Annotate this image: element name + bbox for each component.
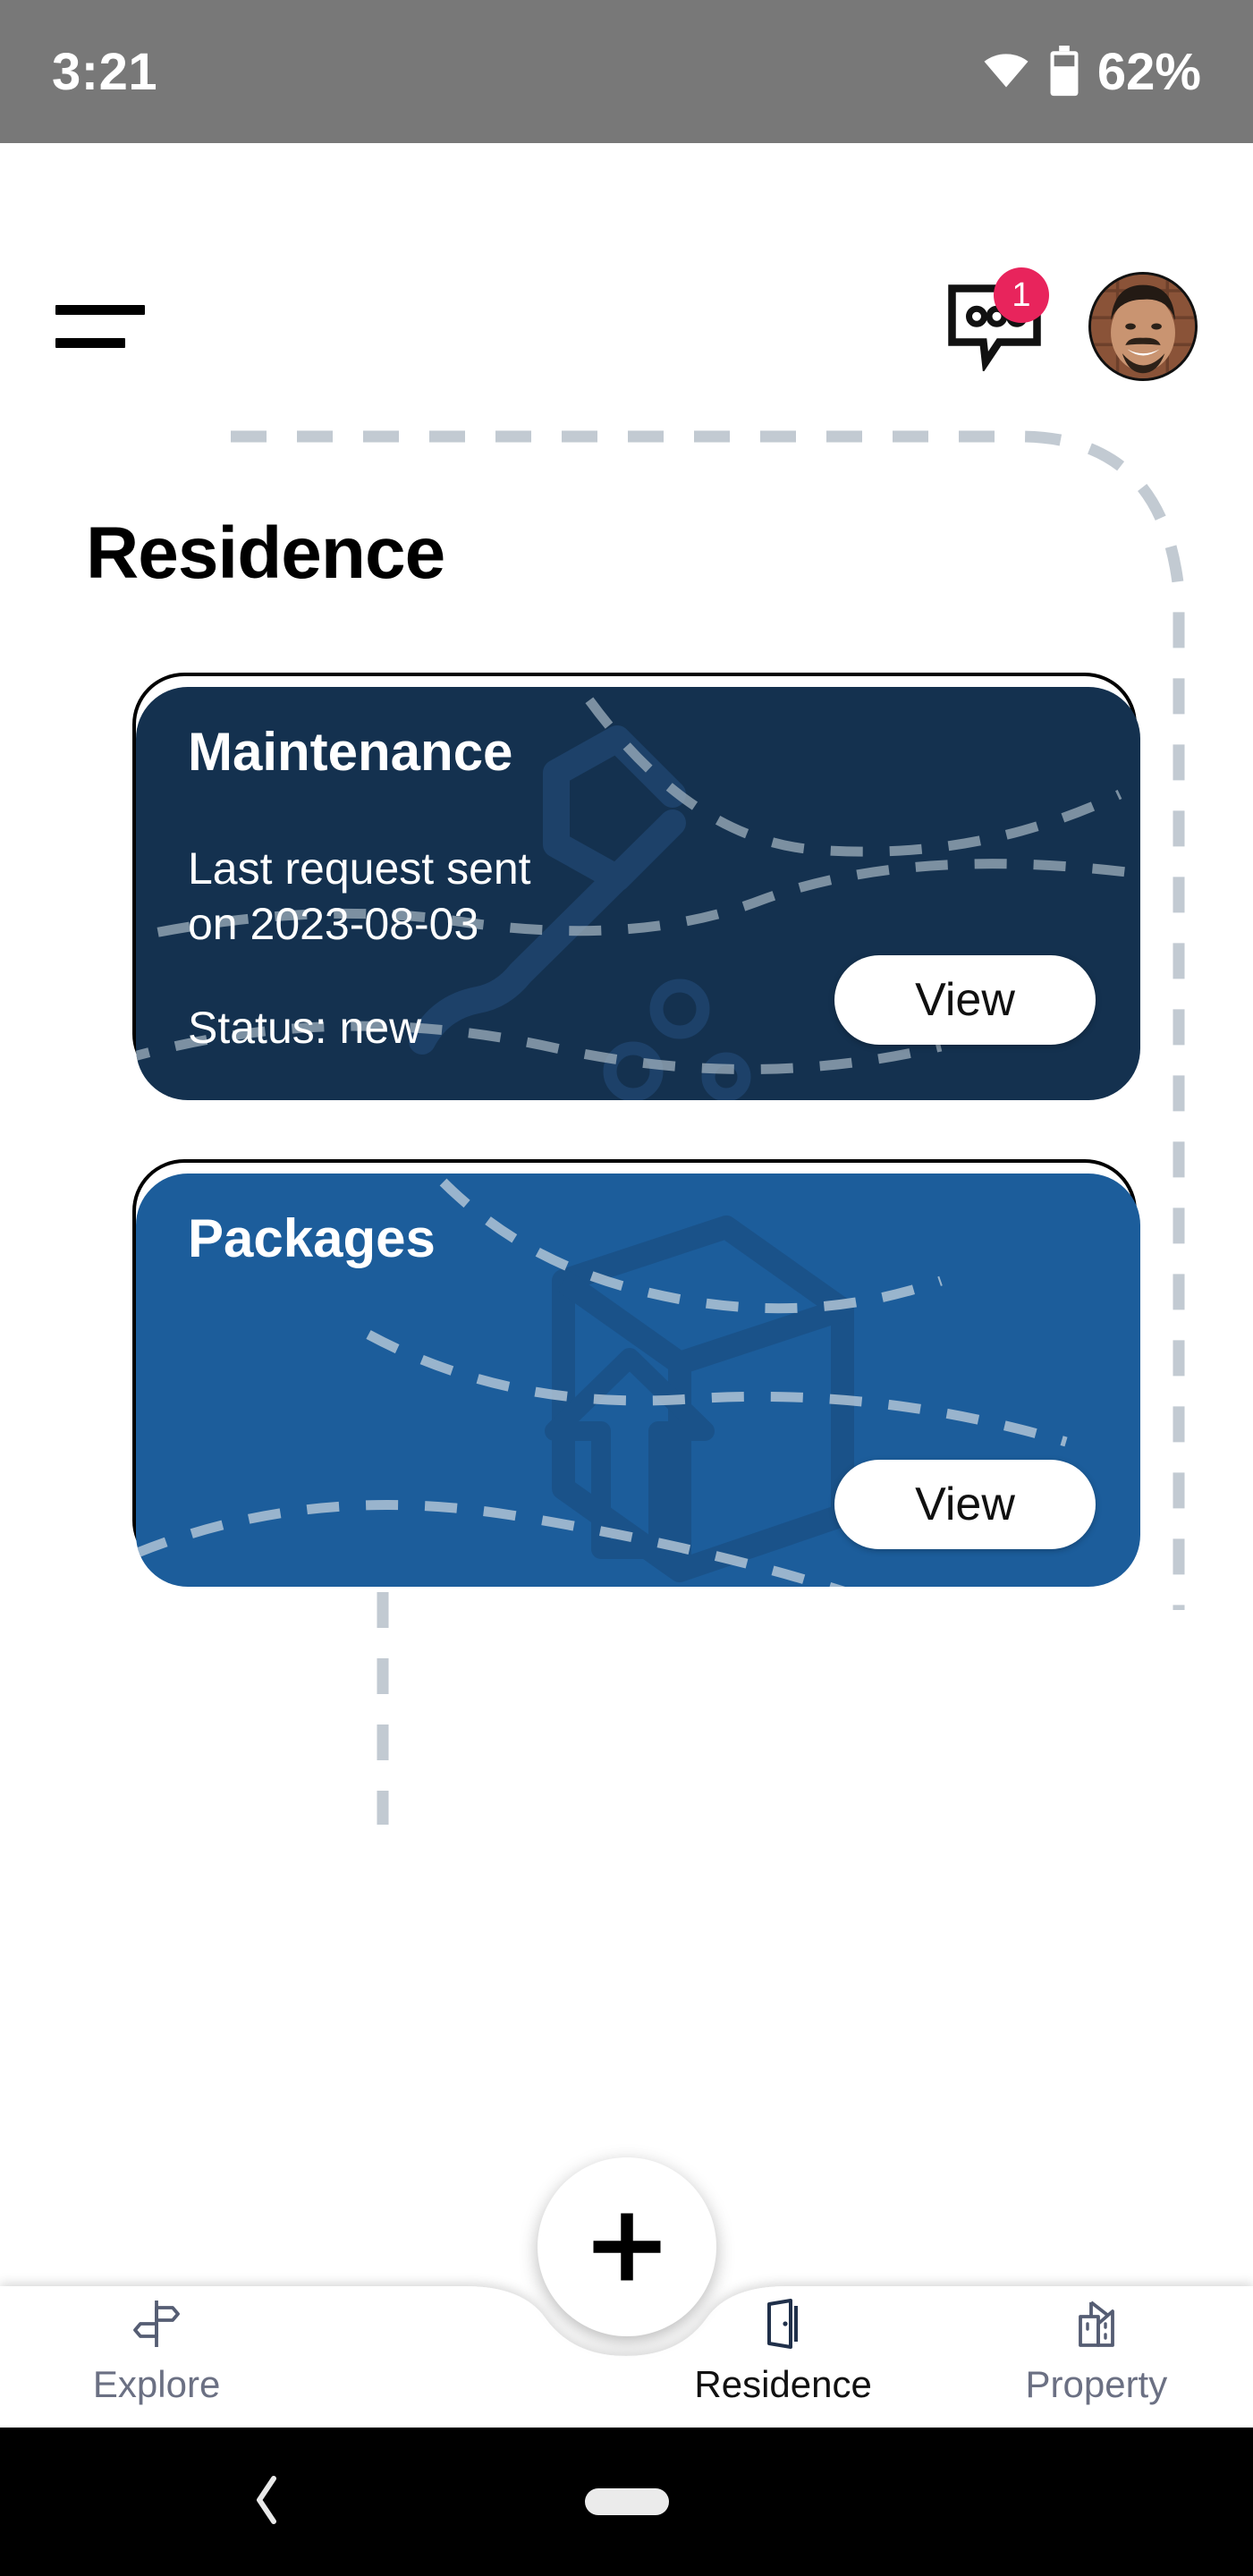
maintenance-card-status: Status: new <box>188 1003 422 1053</box>
chat-unread-badge: 1 <box>994 267 1049 323</box>
hamburger-menu-icon[interactable] <box>55 295 148 358</box>
signpost-icon <box>133 2301 181 2347</box>
maintenance-card-title: Maintenance <box>188 722 513 782</box>
back-chevron-icon[interactable] <box>247 2473 286 2531</box>
sidebar-item-explore[interactable]: Explore <box>0 2295 313 2406</box>
avatar-photo <box>1091 275 1195 378</box>
maintenance-card[interactable]: Maintenance Last request sent on 2023-08… <box>136 687 1140 1100</box>
packages-view-button[interactable]: View <box>834 1460 1096 1549</box>
open-door-icon <box>766 2299 798 2349</box>
status-bar-indicators: 62% <box>981 42 1201 102</box>
hamburger-line-top <box>55 305 145 315</box>
hamburger-line-bottom <box>55 338 125 348</box>
maintenance-view-button[interactable]: View <box>834 955 1096 1045</box>
chat-button[interactable]: 1 <box>945 267 1049 374</box>
battery-icon <box>1050 46 1079 97</box>
app-bar: 1 <box>0 255 1253 398</box>
home-pill-icon[interactable] <box>584 2488 669 2515</box>
android-navigation-bar <box>0 2428 1253 2576</box>
phone-screen: 3:21 62% 1 Residence Maintenance Last re… <box>0 0 1253 2576</box>
packages-card-title: Packages <box>188 1208 436 1268</box>
battery-percent-label: 62% <box>1096 42 1201 101</box>
app-bar-actions: 1 <box>945 267 1198 381</box>
nav-label-residence: Residence <box>694 2363 872 2405</box>
buildings-icon <box>1078 2301 1114 2347</box>
nav-label-property: Property <box>1025 2363 1168 2405</box>
avatar[interactable] <box>1088 272 1198 381</box>
nav-label-explore: Explore <box>92 2363 221 2405</box>
background-dashed-route <box>231 430 1185 1825</box>
packages-card[interactable]: Packages View <box>136 1174 1140 1587</box>
sidebar-item-property[interactable]: Property <box>940 2295 1253 2406</box>
add-button[interactable] <box>537 2157 716 2336</box>
status-bar: 3:21 62% <box>0 0 1253 143</box>
plus-icon <box>593 2213 660 2281</box>
maintenance-card-subtitle: Last request sent on 2023-08-03 <box>188 843 531 949</box>
page-title: Residence <box>86 513 445 594</box>
wifi-icon <box>984 54 1029 88</box>
status-bar-time: 3:21 <box>52 42 158 101</box>
